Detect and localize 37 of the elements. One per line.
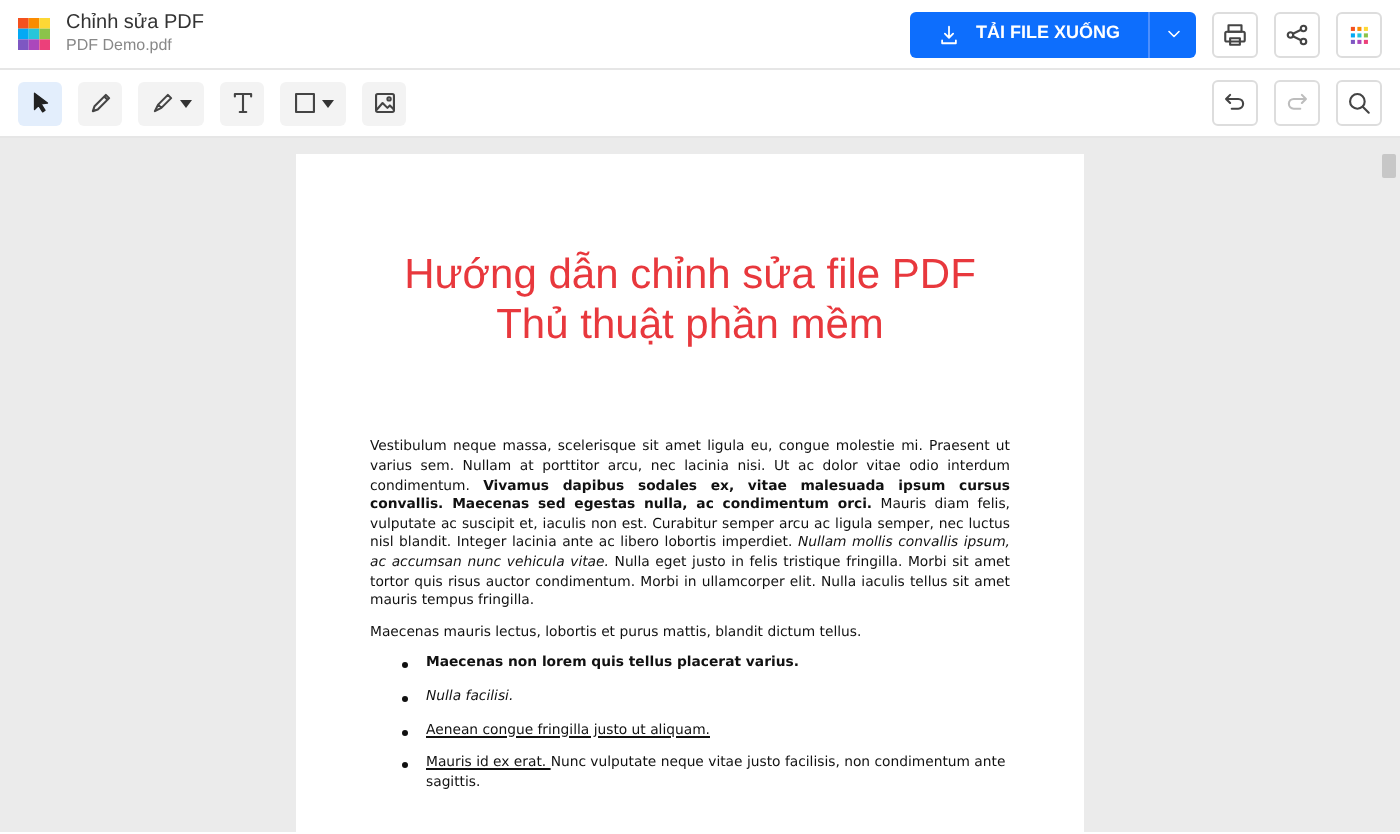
app-grid-icon bbox=[1346, 21, 1372, 47]
search-button[interactable] bbox=[1336, 80, 1382, 126]
highlighter-icon bbox=[150, 90, 176, 116]
pencil-icon bbox=[87, 90, 113, 116]
apps-button[interactable] bbox=[1336, 11, 1382, 57]
file-name: PDF Demo.pdf bbox=[66, 36, 174, 56]
square-icon bbox=[292, 90, 318, 116]
undo-button[interactable] bbox=[1212, 80, 1258, 126]
printer-icon bbox=[1222, 21, 1248, 47]
scrollbar-thumb[interactable] bbox=[1382, 154, 1396, 178]
pencil-tool-button[interactable] bbox=[78, 81, 122, 125]
caret-icon bbox=[180, 99, 192, 107]
select-tool-button[interactable] bbox=[18, 81, 62, 125]
shape-tool-button[interactable] bbox=[280, 81, 346, 125]
text-tool-button[interactable] bbox=[220, 81, 264, 125]
bullet-icon bbox=[402, 762, 408, 769]
caret-icon bbox=[322, 99, 334, 107]
dropdown-button[interactable] bbox=[1148, 11, 1196, 57]
document-title: Hướng dẫn chỉnh sửa file PDF bbox=[402, 250, 978, 301]
bullet-icon bbox=[402, 729, 408, 735]
redo-icon bbox=[1284, 90, 1310, 116]
share-icon bbox=[1284, 21, 1310, 47]
app-title: Chỉnh sửa PDF bbox=[66, 12, 204, 37]
download-icon bbox=[938, 23, 960, 45]
image-icon bbox=[371, 90, 397, 116]
undo-icon bbox=[1222, 90, 1248, 116]
print-button[interactable] bbox=[1212, 11, 1258, 57]
image-tool-button[interactable] bbox=[362, 81, 406, 125]
text-icon bbox=[229, 90, 255, 116]
highlighter-tool-button[interactable] bbox=[138, 81, 204, 125]
bullet-icon bbox=[402, 662, 408, 669]
search-icon bbox=[1346, 90, 1372, 116]
share-button[interactable] bbox=[1274, 11, 1320, 57]
app-logo-icon bbox=[18, 18, 50, 50]
document-title: Thủ thuật phần mềm bbox=[494, 300, 886, 351]
bullet-icon bbox=[402, 695, 408, 702]
download-button[interactable]: TẢI FILE XUỐNG bbox=[910, 11, 1148, 57]
